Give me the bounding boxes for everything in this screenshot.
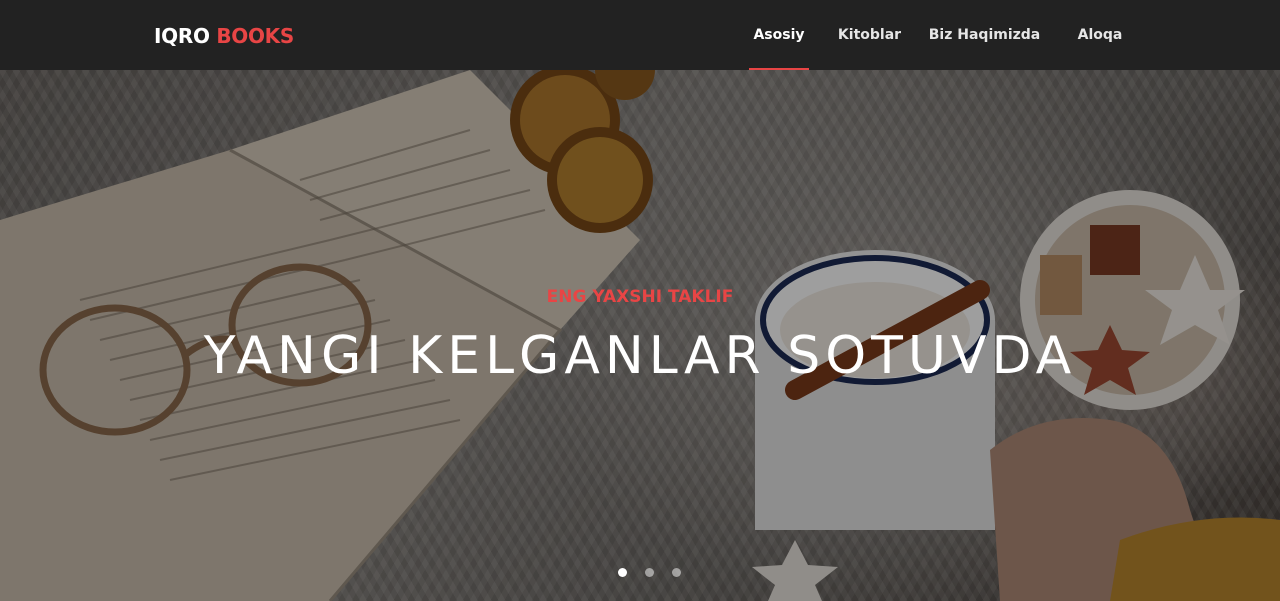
hero-title: YANGI KELGANLAR SOTUVDA [203, 326, 1077, 386]
nav-item-biz-haqimizda[interactable]: Biz Haqimizda [928, 0, 1041, 70]
logo-text-accent: BOOKS [216, 24, 294, 48]
nav-item-kitoblar[interactable]: Kitoblar [834, 0, 905, 70]
hero-kicker: ENG YAXSHI TAKLIF [546, 287, 734, 307]
logo-text-primary: IQRO [154, 24, 210, 48]
slider-dot-1[interactable] [618, 568, 627, 577]
site-logo[interactable]: IQRO BOOKS [154, 22, 294, 50]
slider-dot-3[interactable] [672, 568, 681, 577]
nav-item-label: Aloqa [1077, 27, 1123, 43]
nav-item-label: Kitoblar [837, 27, 902, 43]
slider-dot-2[interactable] [645, 568, 654, 577]
hero-slider: ENG YAXSHI TAKLIF YANGI KELGANLAR SOTUVD… [0, 70, 1280, 601]
nav-item-asosiy[interactable]: Asosiy [749, 0, 809, 70]
hero-content: ENG YAXSHI TAKLIF YANGI KELGANLAR SOTUVD… [0, 70, 1280, 601]
slider-dots [0, 568, 1280, 580]
nav-item-label: Asosiy [753, 27, 805, 43]
nav-item-aloqa[interactable]: Aloqa [1073, 0, 1127, 70]
navbar: IQRO BOOKS Asosiy Kitoblar Biz Haqimizda… [0, 0, 1280, 70]
nav-item-label: Biz Haqimizda [928, 27, 1041, 43]
